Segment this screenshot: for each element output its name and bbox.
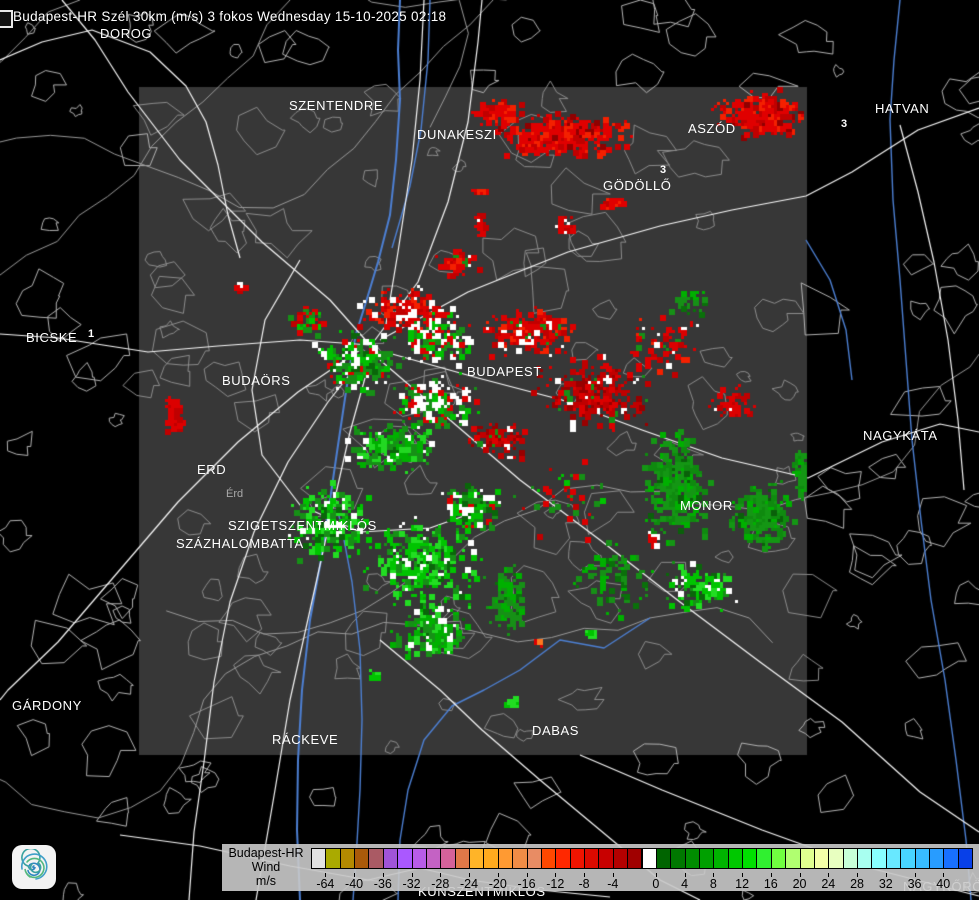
colorbar-cell bbox=[425, 848, 442, 869]
colorbar-cell bbox=[670, 848, 686, 869]
app-logo bbox=[12, 845, 56, 889]
colorbar-tick-label: 40 bbox=[936, 877, 951, 891]
radar-title: Budapest-HR Szél 30km (m/s) 3 fokos Wedn… bbox=[13, 9, 447, 24]
spiral-icon bbox=[20, 849, 48, 880]
colorbar-cell bbox=[727, 848, 744, 869]
colorbar-cell bbox=[526, 848, 542, 869]
legend-panel: Budapest-HR Wind m/s -64 -40 -36 -32 -28 -24-… bbox=[222, 844, 979, 891]
city-label: BUDAPEST bbox=[467, 364, 542, 379]
window-icon bbox=[0, 10, 13, 28]
colorbar-cell bbox=[368, 848, 384, 869]
colorbar-cell bbox=[397, 848, 413, 869]
colorbar-cell bbox=[454, 848, 471, 869]
colorbar-cell bbox=[871, 848, 887, 869]
minor-label: Érd bbox=[226, 488, 244, 500]
colorbar-cell bbox=[828, 848, 844, 869]
colorbar-cell bbox=[311, 848, 327, 869]
colorbar-cell bbox=[957, 848, 973, 869]
colorbar-cell bbox=[540, 848, 557, 869]
city-label: DABAS bbox=[532, 723, 580, 738]
colorbar-cell bbox=[698, 848, 715, 869]
colorbar-cell bbox=[914, 848, 930, 869]
colorbar-cell bbox=[584, 848, 600, 869]
colorbar-cell bbox=[497, 848, 514, 869]
colorbar-cell bbox=[655, 848, 672, 869]
legend-product: Budapest-HR bbox=[228, 846, 304, 860]
colorbar-cell bbox=[325, 848, 341, 869]
colorbar-cell bbox=[641, 848, 657, 869]
city-label: DUNAKESZI bbox=[417, 127, 497, 142]
colorbar-cell bbox=[813, 848, 830, 869]
colorbar-cell bbox=[799, 848, 815, 869]
city-label: SZIGETSZENTMIKLÓS bbox=[228, 518, 377, 533]
colorbar-cell bbox=[742, 848, 758, 869]
city-label: RÁCKEVE bbox=[272, 732, 339, 747]
city-label: SZENTENDRE bbox=[289, 98, 384, 113]
city-label: ERD bbox=[197, 462, 227, 477]
legend-titles: Budapest-HR Wind m/s bbox=[222, 846, 310, 888]
colorbar-cell bbox=[411, 848, 427, 869]
colorbar-cell bbox=[339, 848, 356, 869]
colorbar-cell bbox=[900, 848, 916, 869]
colorbar-cell bbox=[713, 848, 729, 869]
road-number-label: 1 bbox=[88, 328, 95, 340]
colorbar-cell bbox=[684, 848, 700, 869]
city-label: BICSKE bbox=[26, 330, 78, 345]
colorbar-cell bbox=[382, 848, 399, 869]
road-number-label: 3 bbox=[660, 164, 667, 176]
city-label: BUDAÖRS bbox=[222, 373, 291, 388]
road-number-label: 3 bbox=[841, 118, 848, 130]
colorbar-cell bbox=[354, 848, 370, 869]
colorbar-cell bbox=[785, 848, 801, 869]
city-label: NAGYKÁTA bbox=[863, 428, 938, 443]
city-label: DOROG bbox=[100, 26, 153, 41]
legend-field: Wind bbox=[251, 860, 281, 874]
colorbar-cell bbox=[555, 848, 571, 869]
colorbar-cell bbox=[756, 848, 772, 869]
legend-units: m/s bbox=[255, 874, 277, 888]
city-label: SZÁZHALOMBATTA bbox=[176, 536, 304, 551]
city-label: GÖDÖLLŐ bbox=[603, 178, 672, 193]
colorbar-cell bbox=[512, 848, 528, 869]
colorbar-cell bbox=[943, 848, 959, 869]
colorbar-cell bbox=[612, 848, 629, 869]
colorbar-cell bbox=[928, 848, 945, 869]
colorbar-cell bbox=[469, 848, 485, 869]
colorbar-cell bbox=[857, 848, 873, 869]
colorbar-cell bbox=[842, 848, 859, 869]
colorbar-tick-label: -4 bbox=[607, 877, 619, 891]
colorbar-cell bbox=[569, 848, 585, 869]
city-label: HATVAN bbox=[875, 101, 930, 116]
colorbar-cell bbox=[483, 848, 499, 869]
radar-app-window: Budapest-HR Szél 30km (m/s) 3 fokos Wedn… bbox=[0, 0, 979, 900]
city-label: ASZÓD bbox=[688, 121, 736, 136]
city-label: GÁRDONY bbox=[12, 698, 82, 713]
colorbar-cell bbox=[770, 848, 787, 869]
colorbar-cell bbox=[598, 848, 614, 869]
colorbar-cell bbox=[885, 848, 902, 869]
colorbar-cell bbox=[627, 848, 643, 869]
city-label: MONOR bbox=[680, 498, 733, 513]
colorbar-cell bbox=[440, 848, 456, 869]
